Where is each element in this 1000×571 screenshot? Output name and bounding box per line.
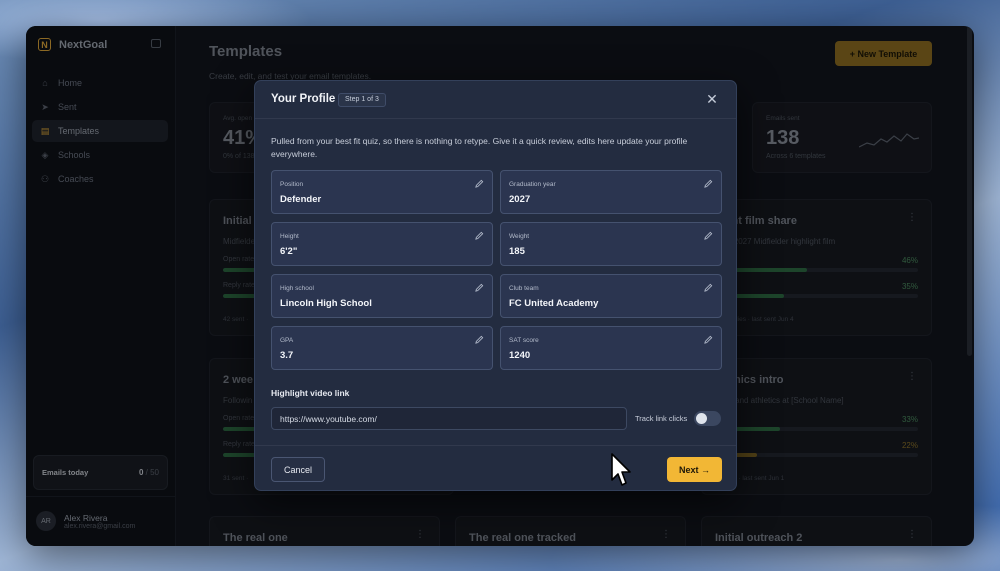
pencil-icon[interactable] xyxy=(704,283,713,292)
field-value: FC United Academy xyxy=(509,298,599,309)
toggle-knob xyxy=(696,413,707,424)
pencil-icon[interactable] xyxy=(475,179,484,188)
close-icon[interactable]: ✕ xyxy=(705,92,719,106)
divider xyxy=(255,445,736,446)
field-value: Lincoln High School xyxy=(280,298,372,309)
field-value: Defender xyxy=(280,194,322,205)
field-label: Graduation year xyxy=(509,181,556,188)
field-label: Height xyxy=(280,233,299,240)
field-value: 6'2" xyxy=(280,246,298,257)
pencil-icon[interactable] xyxy=(704,179,713,188)
weight-field[interactable]: Weight 185 xyxy=(500,222,722,266)
pencil-icon[interactable] xyxy=(475,231,484,240)
step-badge: Step 1 of 3 xyxy=(338,93,386,107)
field-value: 3.7 xyxy=(280,350,294,361)
gpa-field[interactable]: GPA 3.7 xyxy=(271,326,493,370)
pencil-icon[interactable] xyxy=(475,335,484,344)
field-label: Club team xyxy=(509,285,539,292)
club-team-field[interactable]: Club team FC United Academy xyxy=(500,274,722,318)
app-window: N NextGoal ⌂ Home ➤ Sent ▤ Templates ◈ S… xyxy=(26,26,974,546)
field-label: Position xyxy=(280,181,304,188)
divider xyxy=(255,118,736,119)
track-clicks-toggle[interactable] xyxy=(694,411,721,426)
pencil-icon[interactable] xyxy=(475,283,484,292)
cancel-button[interactable]: Cancel xyxy=(271,457,325,482)
field-value: 185 xyxy=(509,246,525,257)
graduation-year-field[interactable]: Graduation year 2027 xyxy=(500,170,722,214)
track-clicks-label: Track link clicks xyxy=(635,414,688,423)
next-button[interactable]: Next → xyxy=(667,457,722,482)
field-value: 2027 xyxy=(509,194,531,205)
profile-modal: Your Profile Step 1 of 3 ✕ Pulled from y… xyxy=(254,80,737,491)
field-label: Weight xyxy=(509,233,530,240)
modal-title: Your Profile xyxy=(271,93,336,105)
field-label: SAT score xyxy=(509,337,539,344)
field-label: High school xyxy=(280,285,314,292)
sat-score-field[interactable]: SAT score 1240 xyxy=(500,326,722,370)
video-link-label: Highlight video link xyxy=(271,388,350,398)
position-field[interactable]: Position Defender xyxy=(271,170,493,214)
field-value: 1240 xyxy=(509,350,531,361)
high-school-field[interactable]: High school Lincoln High School xyxy=(271,274,493,318)
height-field[interactable]: Height 6'2" xyxy=(271,222,493,266)
pencil-icon[interactable] xyxy=(704,335,713,344)
mouse-cursor-icon xyxy=(611,453,631,486)
video-link-input[interactable] xyxy=(271,407,627,430)
pencil-icon[interactable] xyxy=(704,231,713,240)
field-label: GPA xyxy=(280,337,294,344)
modal-intro-text: Pulled from your best fit quiz, so there… xyxy=(271,136,688,159)
